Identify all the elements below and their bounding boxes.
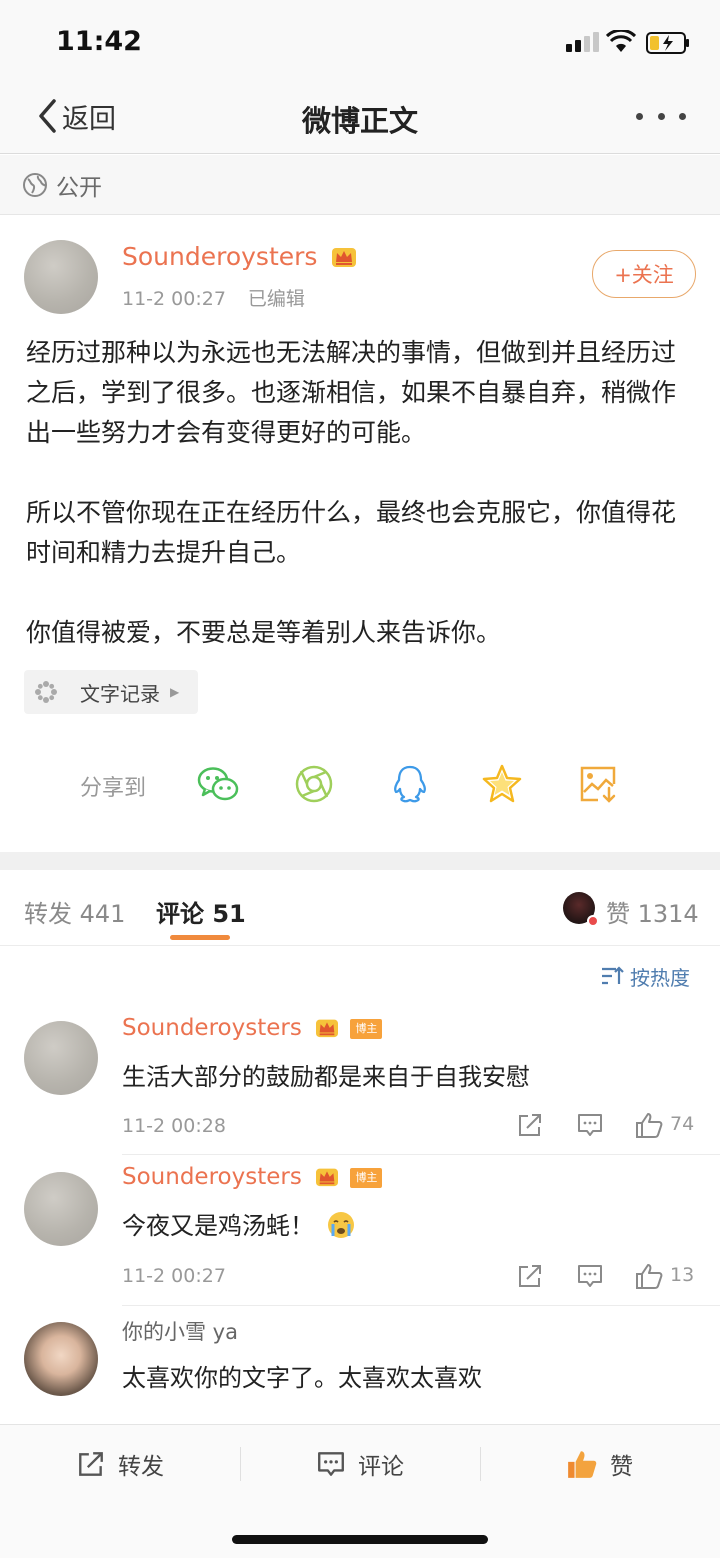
repost-icon — [79, 1452, 103, 1476]
nav-bar: 返回 微博正文 — [0, 82, 720, 154]
favorite-star-icon[interactable] — [480, 762, 524, 806]
status-time: 11:42 — [56, 26, 142, 57]
repost-icon[interactable] — [516, 1111, 544, 1139]
vip-crown-icon — [332, 248, 357, 267]
comment-icon[interactable] — [576, 1111, 604, 1139]
interaction-tabs: 转发 441 评论 51 赞 1314 — [0, 870, 720, 946]
blogger-badge: 博主 — [350, 1168, 383, 1188]
share-row: 分享到 — [80, 760, 640, 808]
moments-icon[interactable] — [292, 762, 336, 806]
active-tab-indicator — [170, 935, 230, 940]
comment-text: 太喜欢你的文字了。太喜欢太喜欢 — [122, 1364, 482, 1392]
comment-actions: 74 — [516, 1111, 698, 1141]
author-name[interactable]: Sounderoysters — [122, 242, 357, 271]
repost-button[interactable]: 转发 — [76, 1447, 164, 1481]
commenter-avatar[interactable] — [24, 1021, 98, 1095]
comment-divider — [122, 1305, 720, 1306]
tab-repost[interactable]: 转发 441 — [24, 894, 125, 929]
save-image-icon[interactable] — [576, 762, 620, 806]
chevron-right-icon: ▶ — [170, 685, 180, 699]
vip-crown-icon — [316, 1168, 339, 1187]
visibility-row: 公开 — [0, 155, 720, 215]
comment-item: Sounderoysters 博主 生活大部分的鼓励都是来自于自我安慰 11-2… — [0, 1015, 720, 1155]
comment-label: 评论 — [358, 1454, 404, 1480]
comment-icon — [318, 1452, 344, 1476]
comment-item: 你的小雪 ya 太喜欢你的文字了。太喜欢太喜欢 — [0, 1320, 720, 1422]
comment-time: 11-2 00:27 — [122, 1265, 226, 1287]
comment-like-count: 13 — [670, 1264, 695, 1286]
author-avatar[interactable] — [24, 240, 98, 314]
post-paragraph: 你值得被爱，不要总是等着别人来告诉你。 — [26, 618, 502, 647]
commenter-name[interactable]: Sounderoysters 博主 — [122, 1015, 383, 1041]
repost-label: 转发 — [118, 1454, 164, 1480]
sort-label: 按热度 — [630, 965, 690, 990]
thumbs-up-filled-icon — [568, 1451, 597, 1478]
bottom-bar-divider — [480, 1447, 481, 1481]
tab-comments[interactable]: 评论 51 — [156, 894, 246, 929]
edited-label: 已编辑 — [247, 288, 305, 310]
share-label: 分享到 — [80, 776, 147, 801]
topic-icon — [24, 670, 68, 714]
commenter-name[interactable]: Sounderoysters 博主 — [122, 1164, 383, 1190]
bottom-bar-divider — [240, 1447, 241, 1481]
commenter-avatar[interactable] — [24, 1322, 98, 1396]
post-meta: 11-2 00:27 已编辑 — [122, 284, 305, 311]
comment-like-count: 74 — [670, 1113, 695, 1135]
signal-icon — [566, 32, 602, 52]
repost-icon[interactable] — [516, 1262, 544, 1290]
comment-item: Sounderoysters 博主 今夜又是鸡汤蚝！ 11-2 00:27 13 — [0, 1164, 720, 1306]
blogger-badge: 博主 — [350, 1019, 383, 1039]
comment-divider — [122, 1154, 720, 1155]
follow-button[interactable]: +关注 — [592, 250, 696, 298]
thumbs-up-icon[interactable] — [634, 1111, 664, 1139]
thumbs-up-icon[interactable] — [634, 1262, 664, 1290]
page-title: 微博正文 — [301, 104, 418, 138]
more-options-icon[interactable] — [636, 104, 686, 128]
like-label: 赞 — [610, 1454, 633, 1480]
visibility-label: 公开 — [56, 174, 102, 201]
crying-face-emoji — [327, 1212, 354, 1238]
liker-avatar — [563, 892, 599, 927]
post-body: 经历过那种以为永远也无法解决的事情，但做到并且经历过之后，学到了很多。也逐渐相信… — [26, 333, 696, 693]
qq-icon[interactable] — [388, 762, 432, 806]
topic-label: 文字记录 — [80, 681, 160, 706]
comment-text: 今夜又是鸡汤蚝！ — [122, 1206, 356, 1241]
wifi-icon — [606, 30, 636, 52]
comment-time: 11-2 00:28 — [122, 1115, 226, 1137]
post-time: 11-2 00:27 — [122, 288, 226, 310]
section-divider — [0, 852, 720, 870]
home-indicator — [232, 1535, 488, 1544]
comment-icon[interactable] — [576, 1262, 604, 1290]
tab-likes[interactable]: 赞 1314 — [606, 894, 699, 929]
vip-crown-icon — [316, 1019, 339, 1038]
comment-actions: 13 — [516, 1262, 698, 1292]
comment-text: 生活大部分的鼓励都是来自于自我安慰 — [122, 1063, 530, 1091]
wechat-icon[interactable] — [196, 762, 240, 806]
like-button[interactable]: 赞 — [566, 1447, 633, 1481]
battery-icon — [646, 32, 689, 54]
post-paragraph: 所以不管你现在正在经历什么，最终也会克服它，你值得花时间和精力去提升自己。 — [26, 498, 677, 567]
topic-chip[interactable]: 文字记录 ▶ — [24, 670, 198, 714]
commenter-name[interactable]: 你的小雪 ya — [122, 1316, 238, 1346]
post-author-header: Sounderoysters 11-2 00:27 已编辑 +关注 — [24, 240, 698, 320]
comment-button[interactable]: 评论 — [316, 1447, 404, 1481]
globe-icon — [23, 172, 47, 197]
commenter-avatar[interactable] — [24, 1172, 98, 1246]
sort-icon — [602, 966, 624, 985]
post-paragraph: 经历过那种以为永远也无法解决的事情，但做到并且经历过之后，学到了很多。也逐渐相信… — [26, 338, 677, 447]
status-bar: 11:42 — [0, 0, 720, 82]
sort-button[interactable]: 按热度 — [600, 962, 690, 990]
